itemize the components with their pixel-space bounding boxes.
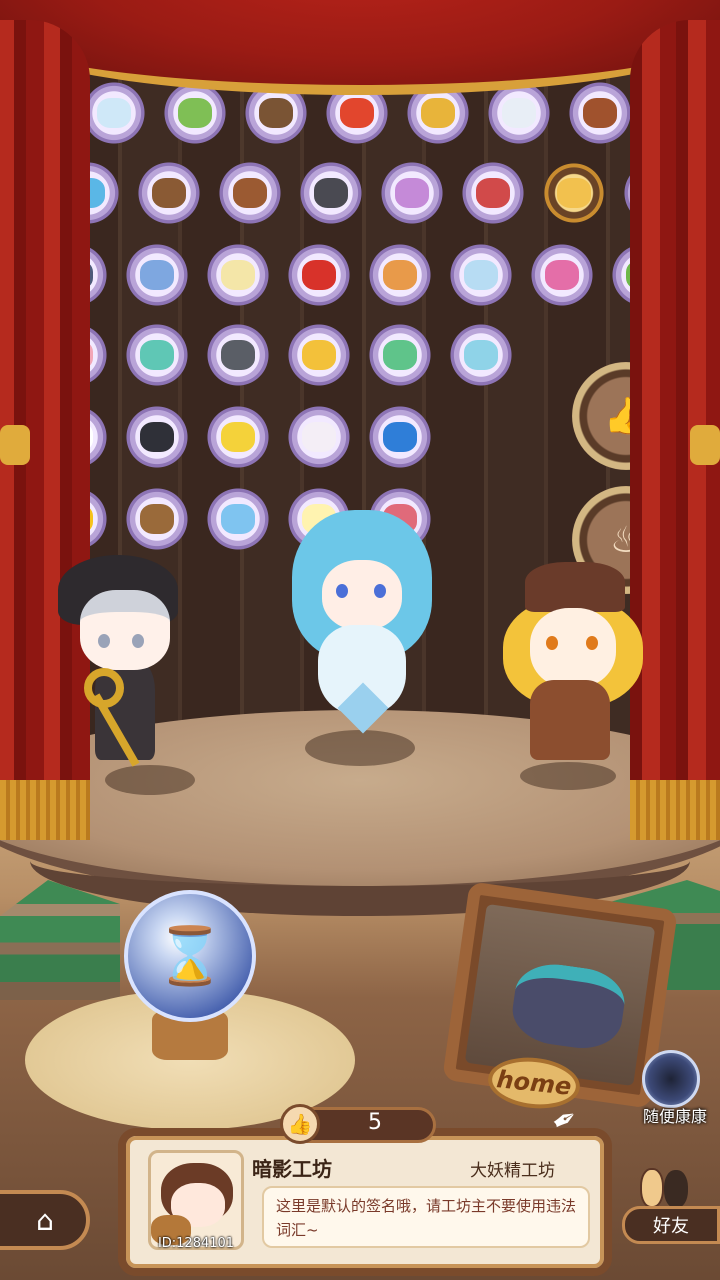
explorer-body — [530, 680, 610, 760]
hourglass-orb-button[interactable]: ⌛ — [124, 890, 256, 1022]
explorer-face — [530, 608, 616, 688]
star-item[interactable] — [202, 404, 274, 470]
rainbow-feather-item[interactable] — [121, 322, 193, 388]
explorer-hat — [525, 562, 625, 612]
shell-item-icon — [383, 260, 417, 290]
rock-item-icon — [221, 340, 255, 370]
thumbs-up-icon: 👍 — [287, 1112, 313, 1136]
ice-item-icon — [97, 98, 131, 128]
workshop-type: 大妖精工坊 — [470, 1161, 555, 1181]
dirt-pile-item-icon — [259, 98, 293, 128]
golden-flower-item[interactable] — [538, 160, 610, 226]
mushroom-cluster-item[interactable] — [457, 160, 529, 226]
ice-shard-item-icon — [464, 260, 498, 290]
mushroom-cluster-item-icon — [476, 178, 510, 208]
home-icon: ⌂ — [36, 1203, 54, 1237]
user-id: ID:1284101 — [157, 1236, 235, 1251]
ore-item-icon — [583, 98, 617, 128]
avatar[interactable] — [148, 1150, 244, 1250]
game-stage: 👍 ♨ ⌛ home 随便康康 👍 5 ✒ ID:1284101 暗影工坊 大妖… — [0, 0, 720, 1280]
fairy-face — [322, 560, 402, 630]
cauldron-icon — [508, 959, 629, 1054]
star-item-icon — [221, 422, 255, 452]
cauldron-picture — [464, 903, 656, 1087]
like-count: 5 — [368, 1110, 382, 1135]
hourglass-icon: ⌛ — [155, 924, 225, 989]
character-shadow — [520, 762, 616, 790]
tomato-item-icon — [340, 98, 374, 128]
witch-face — [80, 590, 170, 670]
character-shadow — [305, 730, 415, 766]
shell-item[interactable] — [364, 242, 436, 308]
black-stone-item[interactable] — [121, 404, 193, 470]
pink-coral-item-icon — [545, 260, 579, 290]
blue-flower-item-icon — [140, 260, 174, 290]
pearl-item[interactable] — [283, 404, 355, 470]
stage-stairs — [0, 880, 120, 1000]
yellow-chick-item-icon — [302, 340, 336, 370]
blue-mushroom-item[interactable] — [445, 322, 517, 388]
character-shadow — [105, 765, 195, 795]
like-button[interactable]: 👍 — [280, 1104, 320, 1144]
golden-key-icon — [84, 668, 124, 708]
ore-item[interactable] — [564, 80, 636, 146]
ice-shard-item[interactable] — [445, 242, 517, 308]
random-visit-label[interactable]: 随便康康 — [630, 1103, 720, 1127]
golden-flower-item-icon — [557, 178, 591, 208]
coal-shard-item-icon — [314, 178, 348, 208]
green-stalk-item-icon — [178, 98, 212, 128]
mud-item[interactable] — [133, 160, 205, 226]
water-orb-item[interactable] — [202, 486, 274, 552]
leaf-item[interactable] — [364, 322, 436, 388]
black-stone-item-icon — [140, 422, 174, 452]
purple-coral-item[interactable] — [376, 160, 448, 226]
friends-icon[interactable] — [636, 1160, 696, 1210]
blue-flower-item[interactable] — [121, 242, 193, 308]
chili-item-icon — [302, 260, 336, 290]
chili-item[interactable] — [283, 242, 355, 308]
wood-item-icon — [140, 504, 174, 534]
yellow-chick-item[interactable] — [283, 322, 355, 388]
random-visit-icon[interactable] — [642, 1050, 700, 1108]
blue-mushroom-item-icon — [464, 340, 498, 370]
wood-item[interactable] — [121, 486, 193, 552]
signature-text: 这里是默认的签名哦，请工坊主不要使用违法词汇~ — [262, 1186, 590, 1248]
water-orb-item-icon — [221, 504, 255, 534]
lily-item-icon — [221, 260, 255, 290]
wheat-item-icon — [421, 98, 455, 128]
brick-item[interactable] — [214, 160, 286, 226]
rainbow-feather-item-icon — [140, 340, 174, 370]
rock-item[interactable] — [202, 322, 274, 388]
curtain-tie-left — [0, 425, 30, 465]
workshop-name: 暗影工坊 — [252, 1157, 332, 1181]
leaf-item-icon — [383, 340, 417, 370]
purple-coral-item-icon — [395, 178, 429, 208]
friends-button[interactable]: 好友 — [622, 1206, 720, 1244]
brick-item-icon — [233, 178, 267, 208]
blue-slime-item-icon — [383, 422, 417, 452]
mud-item-icon — [152, 178, 186, 208]
blue-slime-item[interactable] — [364, 404, 436, 470]
home-button[interactable]: ⌂ — [0, 1190, 90, 1250]
coal-shard-item[interactable] — [295, 160, 367, 226]
pearl-item-icon — [302, 422, 336, 452]
pink-coral-item[interactable] — [526, 242, 598, 308]
curtain-tie-right — [690, 425, 720, 465]
white-crystal-item-icon — [502, 98, 536, 128]
lily-item[interactable] — [202, 242, 274, 308]
